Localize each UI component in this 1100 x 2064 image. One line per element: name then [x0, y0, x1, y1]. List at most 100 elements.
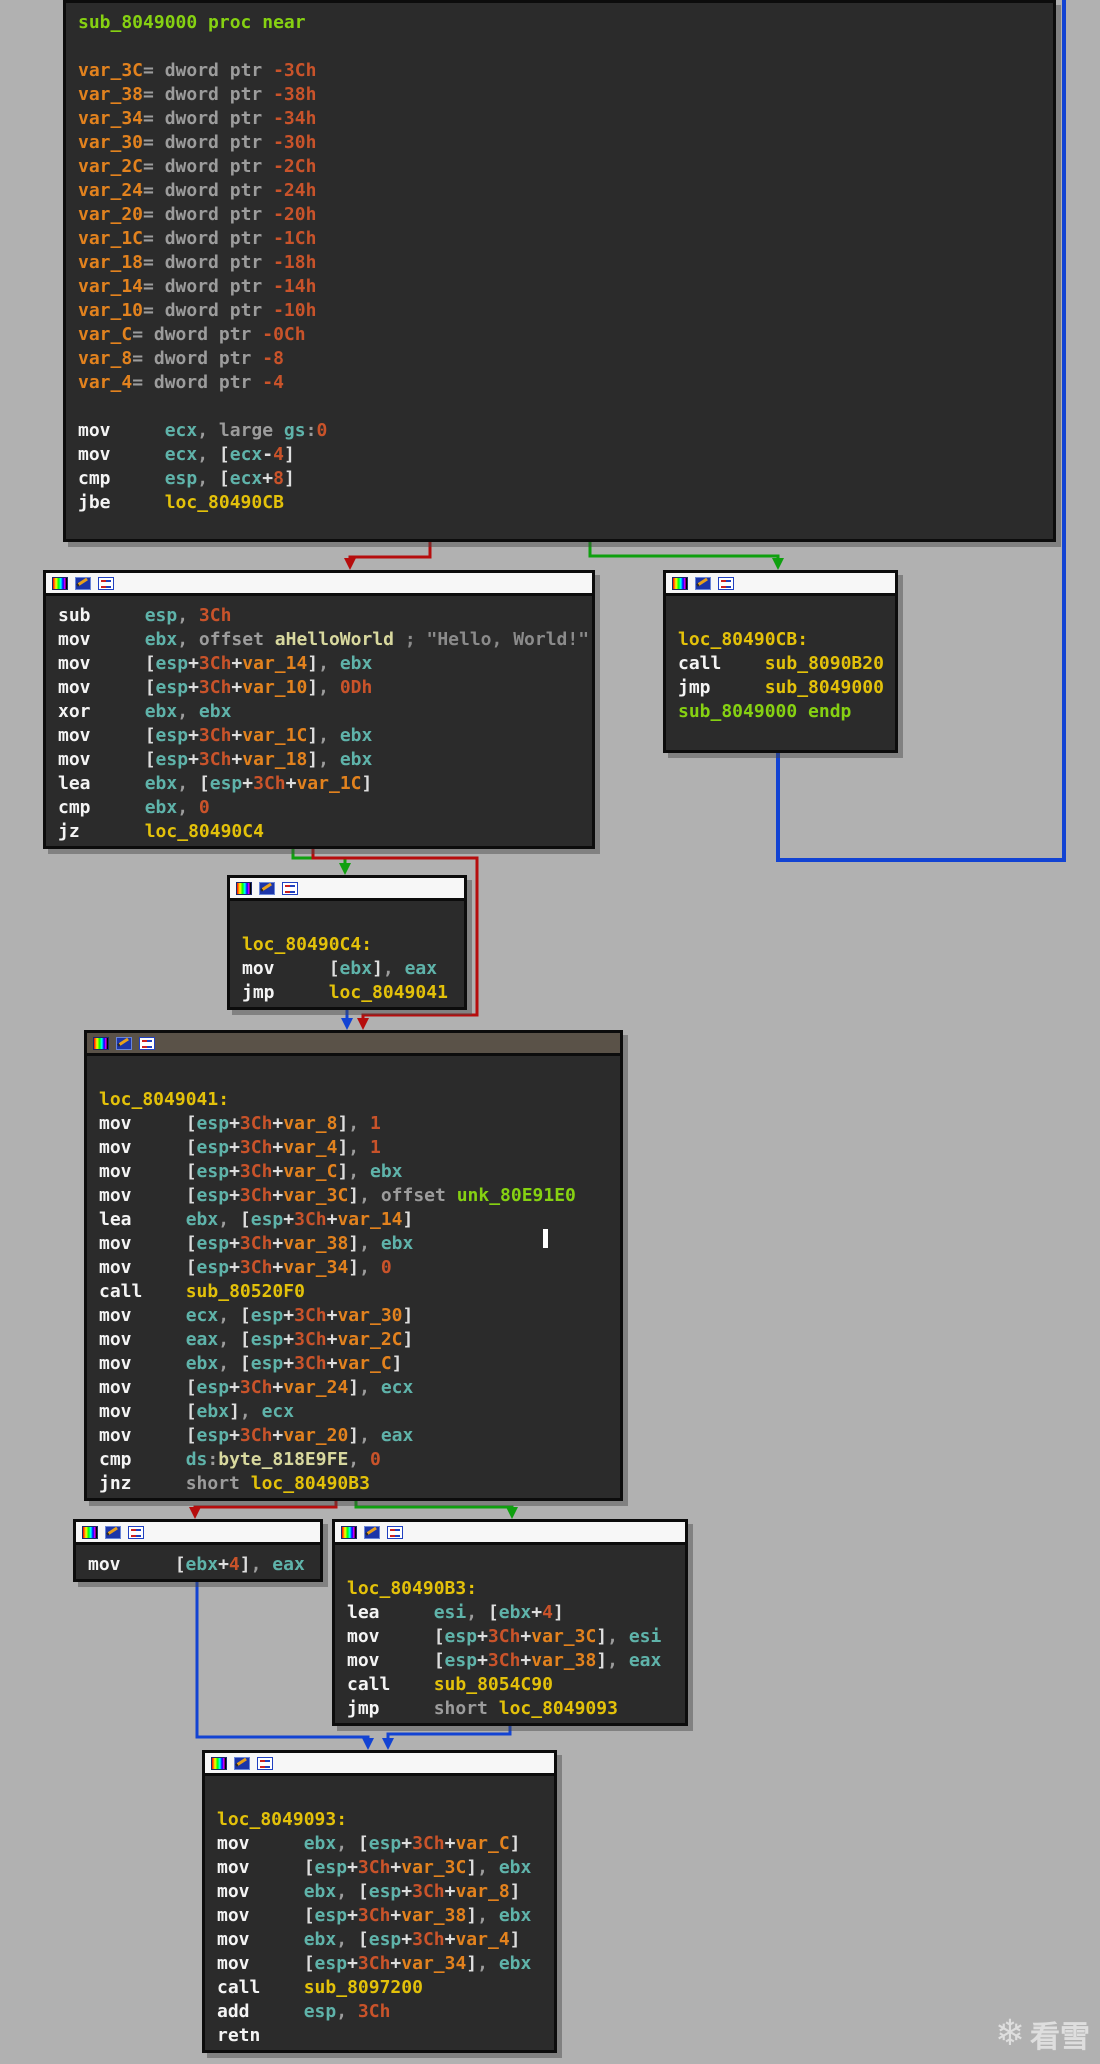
asm-line[interactable]: var_2C= dword ptr -2Ch [78, 155, 1053, 179]
asm-line[interactable]: mov ebx, [esp+3Ch+var_4] [217, 1928, 554, 1952]
asm-line[interactable]: mov [esp+3Ch+var_3C], offset unk_80E91E0 [99, 1184, 620, 1208]
asm-line[interactable]: mov [ebx], eax [242, 957, 464, 981]
group-nodes-icon[interactable] [139, 1036, 155, 1050]
asm-line[interactable]: call sub_8097200 [217, 1976, 554, 2000]
asm-line[interactable]: var_8= dword ptr -8 [78, 347, 1053, 371]
node-color-icon[interactable] [93, 1036, 109, 1050]
asm-line[interactable]: mov ebx, [esp+3Ch+var_8] [217, 1880, 554, 1904]
asm-line[interactable]: sub_8049000 proc near [78, 11, 1053, 35]
asm-line[interactable]: xor ebx, ebx [58, 700, 592, 724]
asm-line[interactable]: mov [ebx], ecx [99, 1400, 620, 1424]
asm-line[interactable] [99, 1064, 620, 1088]
asm-line[interactable]: cmp ebx, 0 [58, 796, 592, 820]
node-title-bar[interactable] [87, 1033, 620, 1056]
asm-line[interactable]: var_14= dword ptr -14h [78, 275, 1053, 299]
asm-line[interactable] [78, 395, 1053, 419]
edit-node-icon[interactable] [364, 1525, 380, 1539]
asm-line[interactable] [242, 909, 464, 933]
asm-line[interactable]: lea ebx, [esp+3Ch+var_1C] [58, 772, 592, 796]
asm-line[interactable]: var_3C= dword ptr -3Ch [78, 59, 1053, 83]
node-color-icon[interactable] [52, 576, 68, 590]
edit-node-icon[interactable] [75, 576, 91, 590]
asm-line[interactable]: var_10= dword ptr -10h [78, 299, 1053, 323]
asm-line[interactable]: cmp ds:byte_818E9FE, 0 [99, 1448, 620, 1472]
node-color-icon[interactable] [82, 1525, 98, 1539]
asm-line[interactable] [217, 1784, 554, 1808]
node-color-icon[interactable] [672, 576, 688, 590]
asm-line[interactable]: loc_8049041: [99, 1088, 620, 1112]
asm-line[interactable]: call sub_8090B20 [678, 652, 895, 676]
asm-line[interactable]: sub esp, 3Ch [58, 604, 592, 628]
asm-line[interactable]: mov [esp+3Ch+var_C], ebx [99, 1160, 620, 1184]
asm-line[interactable]: mov [esp+3Ch+var_18], ebx [58, 748, 592, 772]
node-title-bar[interactable] [230, 878, 464, 901]
edit-node-icon[interactable] [695, 576, 711, 590]
asm-line[interactable]: var_18= dword ptr -18h [78, 251, 1053, 275]
asm-line[interactable]: var_C= dword ptr -0Ch [78, 323, 1053, 347]
asm-line[interactable]: mov ebx, [esp+3Ch+var_C] [99, 1352, 620, 1376]
node-title-bar[interactable] [205, 1753, 554, 1776]
asm-line[interactable]: loc_80490C4: [242, 933, 464, 957]
node-title-bar[interactable] [46, 573, 592, 596]
asm-line[interactable]: sub_8049000 endp [678, 700, 895, 724]
node-loc_8049093[interactable]: loc_8049093: mov ebx, [esp+3Ch+var_C] mov … [202, 1750, 557, 2053]
asm-line[interactable]: loc_80490CB: [678, 628, 895, 652]
group-nodes-icon[interactable] [282, 881, 298, 895]
asm-line[interactable]: var_24= dword ptr -24h [78, 179, 1053, 203]
node-title-bar[interactable] [666, 573, 895, 596]
asm-line[interactable]: jz loc_80490C4 [58, 820, 592, 844]
group-nodes-icon[interactable] [718, 576, 734, 590]
asm-line[interactable]: mov [esp+3Ch+var_38], eax [347, 1649, 685, 1673]
asm-line[interactable]: loc_8049093: [217, 1808, 554, 1832]
asm-line[interactable]: mov [esp+3Ch+var_34], ebx [217, 1952, 554, 1976]
asm-line[interactable]: mov ecx, [esp+3Ch+var_30] [99, 1304, 620, 1328]
node-sub_8049000-entry[interactable]: sub_8049000 proc near var_3C= dword ptr … [63, 0, 1056, 542]
asm-line[interactable]: mov [esp+3Ch+var_3C], esi [347, 1625, 685, 1649]
asm-line[interactable]: var_30= dword ptr -30h [78, 131, 1053, 155]
asm-line[interactable]: jmp sub_8049000 [678, 676, 895, 700]
edit-node-icon[interactable] [116, 1036, 132, 1050]
group-nodes-icon[interactable] [387, 1525, 403, 1539]
asm-line[interactable]: var_4= dword ptr -4 [78, 371, 1053, 395]
group-nodes-icon[interactable] [98, 576, 114, 590]
asm-line[interactable]: jmp short loc_8049093 [347, 1697, 685, 1721]
asm-line[interactable]: mov ebx, offset aHelloWorld ; "Hello, Wo… [58, 628, 592, 652]
asm-line[interactable]: mov eax, [esp+3Ch+var_2C] [99, 1328, 620, 1352]
asm-line[interactable] [678, 724, 895, 748]
edit-node-icon[interactable] [105, 1525, 121, 1539]
asm-line[interactable]: mov [esp+3Ch+var_1C], ebx [58, 724, 592, 748]
node-title-bar[interactable] [335, 1522, 685, 1545]
group-nodes-icon[interactable] [128, 1525, 144, 1539]
node-hello-world-setup[interactable]: sub esp, 3Ch mov ebx, offset aHelloWorld … [43, 570, 595, 849]
node-title-bar[interactable] [76, 1522, 320, 1545]
node-color-icon[interactable] [341, 1525, 357, 1539]
node-loc_80490CB[interactable]: loc_80490CB: call sub_8090B20 jmp sub_8049… [663, 570, 898, 753]
node-loc_80490C4[interactable]: loc_80490C4: mov [ebx], eax jmp loc_804904… [227, 875, 467, 1010]
asm-line[interactable]: add esp, 3Ch [217, 2000, 554, 2024]
asm-line[interactable]: mov [esp+3Ch+var_3C], ebx [217, 1856, 554, 1880]
asm-line[interactable]: call sub_8054C90 [347, 1673, 685, 1697]
asm-line[interactable]: mov ecx, [ecx-4] [78, 443, 1053, 467]
group-nodes-icon[interactable] [257, 1756, 273, 1770]
asm-line[interactable]: cmp esp, [ecx+8] [78, 467, 1053, 491]
asm-line[interactable]: lea esi, [ebx+4] [347, 1601, 685, 1625]
asm-line[interactable]: var_34= dword ptr -34h [78, 107, 1053, 131]
asm-line[interactable]: mov [ebx+4], eax [88, 1553, 320, 1577]
edit-node-icon[interactable] [234, 1756, 250, 1770]
asm-line[interactable]: mov [esp+3Ch+var_34], 0 [99, 1256, 620, 1280]
asm-line[interactable]: call sub_80520F0 [99, 1280, 620, 1304]
asm-line[interactable]: retn [217, 2024, 554, 2048]
edit-node-icon[interactable] [259, 881, 275, 895]
asm-line[interactable]: var_1C= dword ptr -1Ch [78, 227, 1053, 251]
asm-line[interactable]: mov ecx, large gs:0 [78, 419, 1053, 443]
asm-line[interactable]: mov [esp+3Ch+var_14], ebx [58, 652, 592, 676]
node-loc_80490B3[interactable]: loc_80490B3: lea esi, [ebx+4] mov [esp+3Ch… [332, 1519, 688, 1726]
asm-line[interactable]: jbe loc_80490CB [78, 491, 1053, 515]
asm-line[interactable] [678, 604, 895, 628]
asm-line[interactable] [78, 35, 1053, 59]
asm-line[interactable]: var_20= dword ptr -20h [78, 203, 1053, 227]
node-color-icon[interactable] [211, 1756, 227, 1770]
asm-line[interactable] [347, 1553, 685, 1577]
asm-line[interactable]: jnz short loc_80490B3 [99, 1472, 620, 1496]
asm-line[interactable]: mov [esp+3Ch+var_20], eax [99, 1424, 620, 1448]
